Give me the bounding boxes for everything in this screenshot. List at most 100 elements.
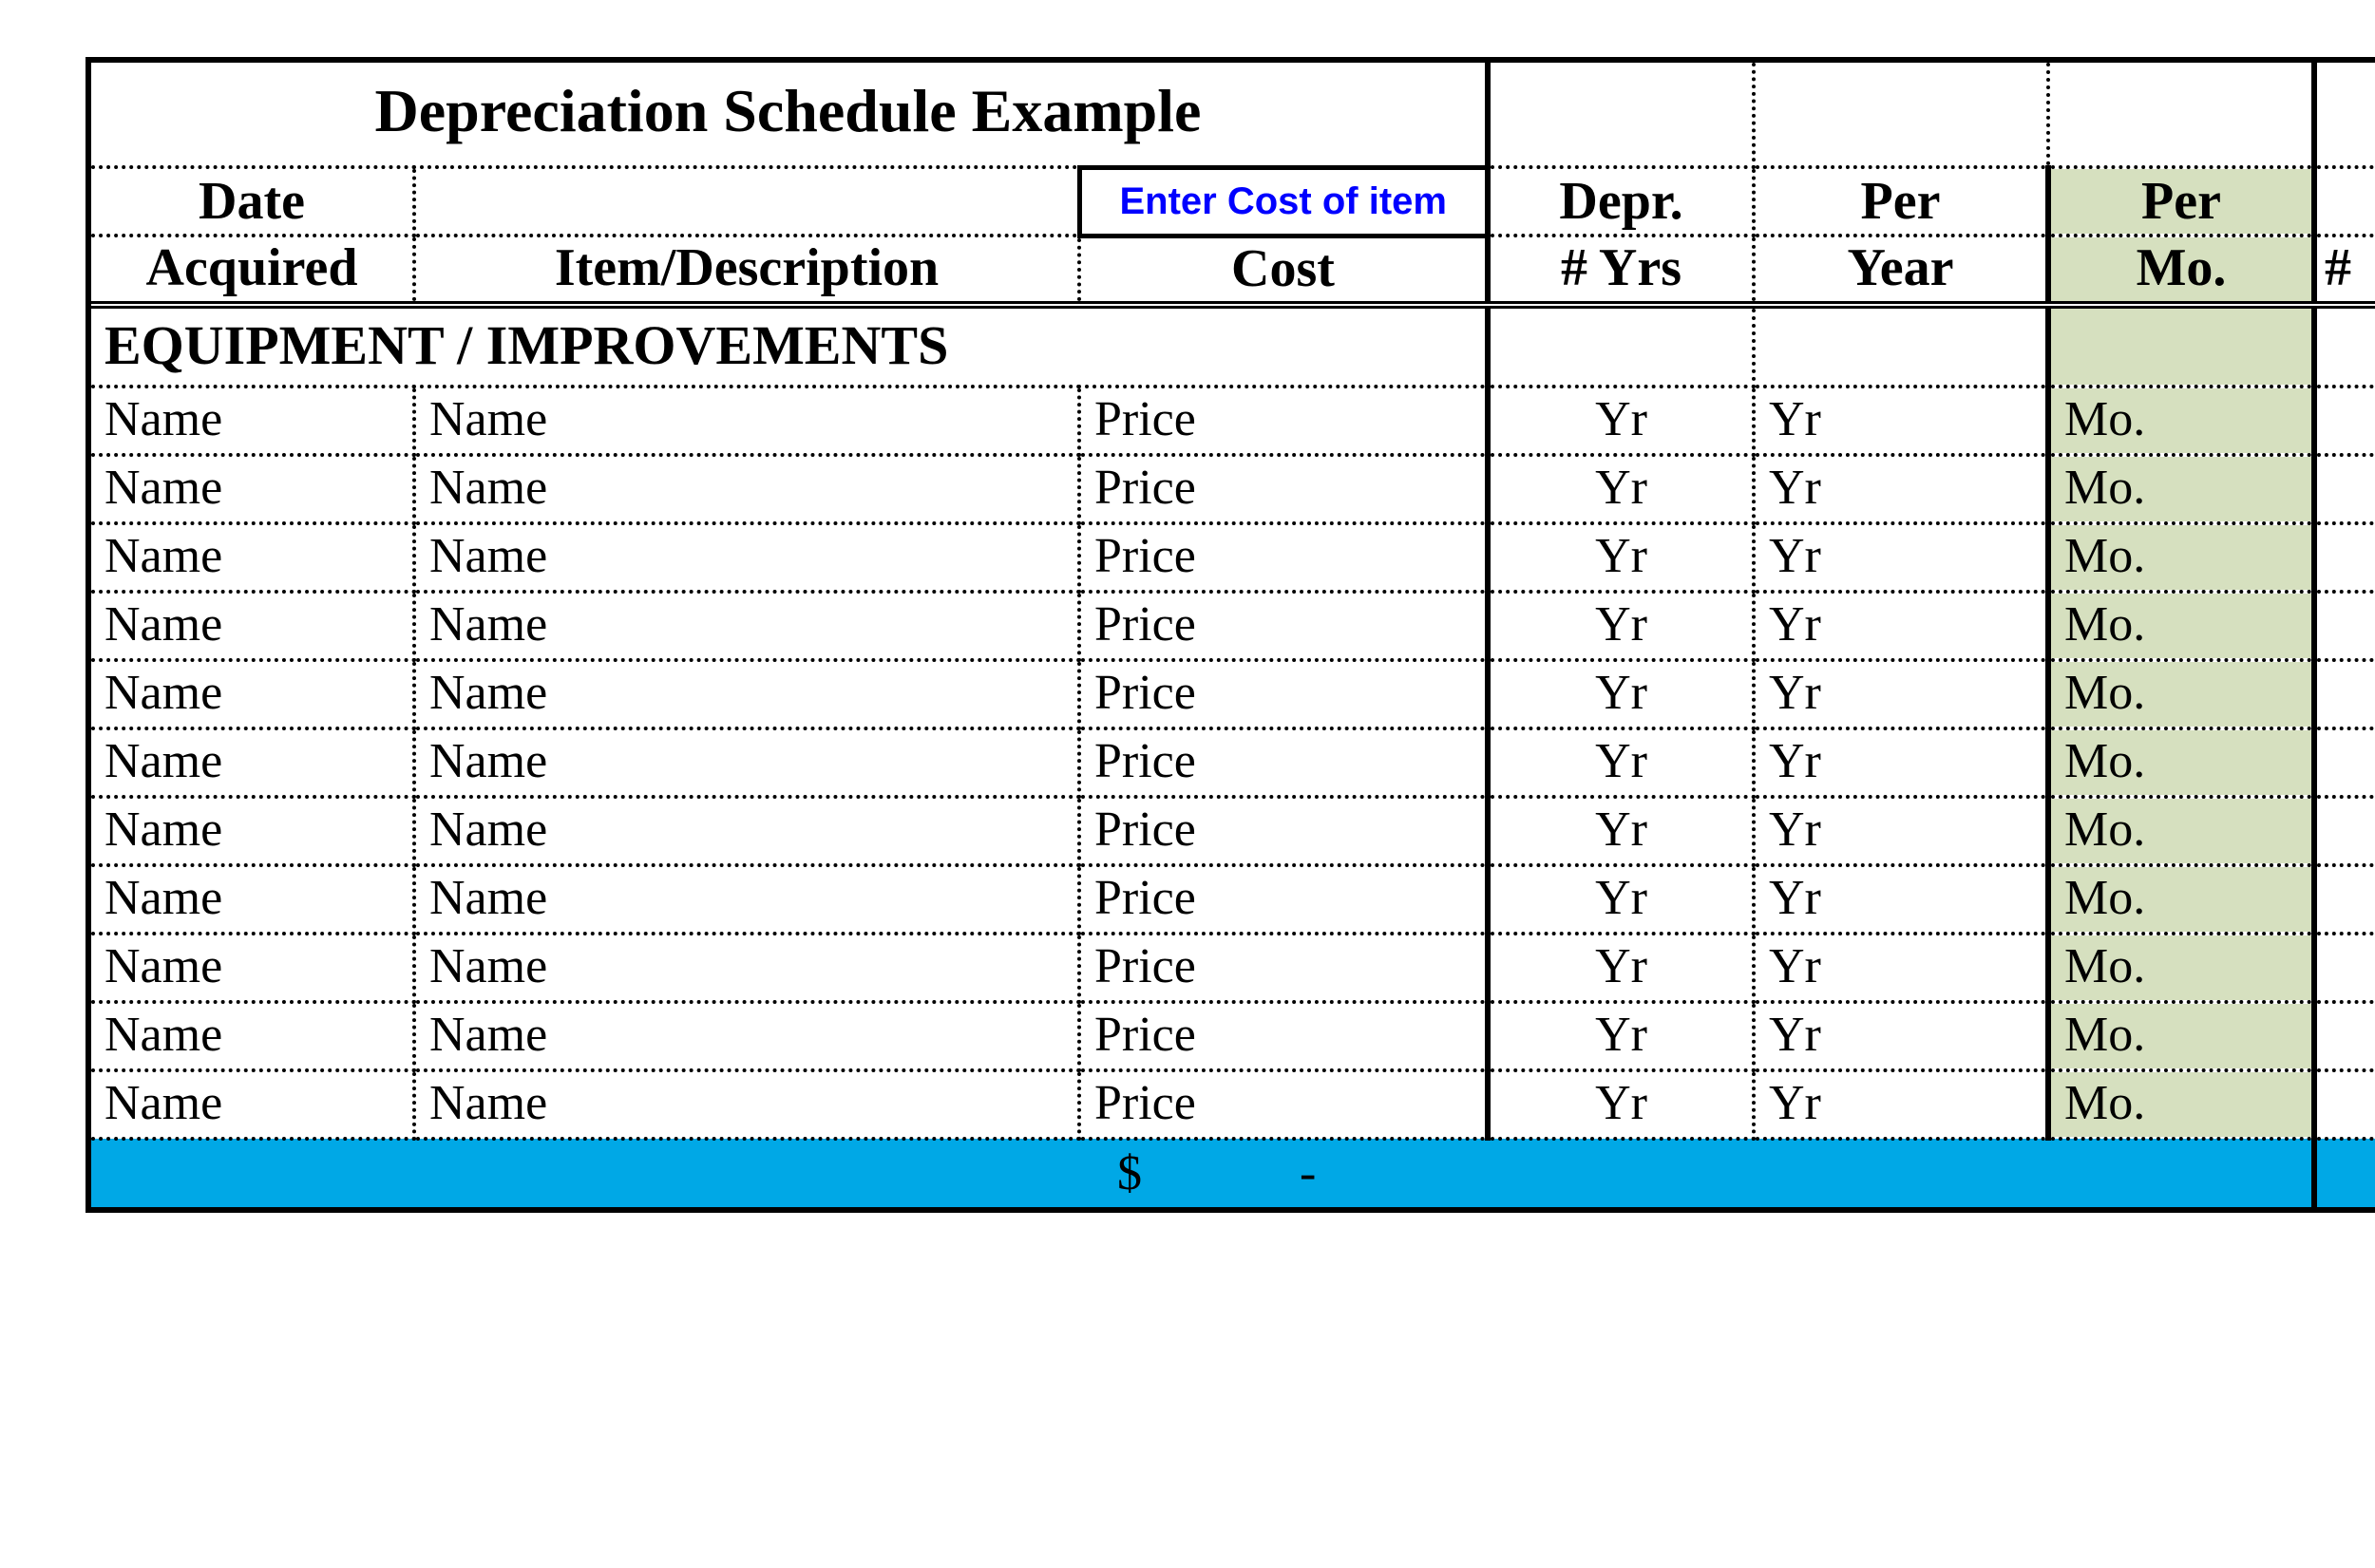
table-row: NameNamePriceYrYrMo.	[91, 1070, 2375, 1139]
cell-per-mo[interactable]: Mo.	[2048, 728, 2314, 797]
cell-depr[interactable]: Yr	[1488, 1070, 1754, 1139]
cell-per-year[interactable]: Yr	[1754, 455, 2048, 523]
cell-desc[interactable]: Name	[414, 1070, 1079, 1139]
cell-depr[interactable]: Yr	[1488, 934, 1754, 1002]
cell-desc[interactable]: Name	[414, 455, 1079, 523]
header-permo-1: Per	[2048, 167, 2314, 236]
cell-cost[interactable]: Price	[1079, 387, 1488, 455]
table-row: NameNamePriceYrYrMo.	[91, 1002, 2375, 1070]
section-header: EQUIPMENT / IMPROVEMENTS	[91, 305, 1488, 387]
cell-per-mo[interactable]: Mo.	[2048, 1002, 2314, 1070]
empty-cell[interactable]	[2314, 63, 2375, 167]
cell-cost[interactable]: Price	[1079, 728, 1488, 797]
header-depr-2: # Yrs	[1488, 236, 1754, 305]
cell-desc[interactable]: Name	[414, 797, 1079, 865]
cell-depr[interactable]: Yr	[1488, 660, 1754, 728]
cell-date[interactable]: Name	[91, 797, 414, 865]
empty-cell[interactable]	[1488, 305, 1754, 387]
header-tail-empty[interactable]	[2314, 167, 2375, 236]
cell-desc[interactable]: Name	[414, 660, 1079, 728]
cell-cost[interactable]: Price	[1079, 934, 1488, 1002]
cell-tail[interactable]	[2314, 523, 2375, 592]
cell-cost[interactable]: Price	[1079, 1070, 1488, 1139]
cell-cost[interactable]: Price	[1079, 797, 1488, 865]
cell-date[interactable]: Name	[91, 1002, 414, 1070]
cell-per-mo[interactable]: Mo.	[2048, 523, 2314, 592]
cell-tail[interactable]	[2314, 865, 2375, 934]
cell-per-mo[interactable]: Mo.	[2048, 934, 2314, 1002]
header-desc: Item/Description	[414, 236, 1079, 305]
cell-per-mo[interactable]: Mo.	[2048, 455, 2314, 523]
header-depr-1: Depr.	[1488, 167, 1754, 236]
cell-per-year[interactable]: Yr	[1754, 523, 2048, 592]
empty-cell[interactable]	[1754, 305, 2048, 387]
cell-depr[interactable]: Yr	[1488, 797, 1754, 865]
cell-date[interactable]: Name	[91, 660, 414, 728]
cell-cost[interactable]: Price	[1079, 1002, 1488, 1070]
empty-cell[interactable]	[2048, 63, 2314, 167]
cell-date[interactable]: Name	[91, 934, 414, 1002]
cell-tail[interactable]	[2314, 660, 2375, 728]
header-tail: #	[2314, 236, 2375, 305]
cell-depr[interactable]: Yr	[1488, 523, 1754, 592]
header-empty[interactable]	[414, 167, 1079, 236]
cell-tail[interactable]	[2314, 1002, 2375, 1070]
cell-depr[interactable]: Yr	[1488, 865, 1754, 934]
cell-per-year[interactable]: Yr	[1754, 934, 2048, 1002]
cell-date[interactable]: Name	[91, 865, 414, 934]
cell-depr[interactable]: Yr	[1488, 592, 1754, 660]
cell-date[interactable]: Name	[91, 728, 414, 797]
cell-per-year[interactable]: Yr	[1754, 728, 2048, 797]
empty-cell[interactable]	[2314, 305, 2375, 387]
cell-desc[interactable]: Name	[414, 387, 1079, 455]
cell-tail[interactable]	[2314, 728, 2375, 797]
cell-date[interactable]: Name	[91, 455, 414, 523]
cell-desc[interactable]: Name	[414, 934, 1079, 1002]
cell-tail[interactable]	[2314, 387, 2375, 455]
cell-tail[interactable]	[2314, 797, 2375, 865]
header-peryear-1: Per	[1754, 167, 2048, 236]
cell-desc[interactable]: Name	[414, 523, 1079, 592]
cost-note: Enter Cost of item	[1079, 167, 1488, 236]
empty-cell[interactable]	[1488, 63, 1754, 167]
cell-date[interactable]: Name	[91, 592, 414, 660]
cell-depr[interactable]: Yr	[1488, 728, 1754, 797]
table-row: NameNamePriceYrYrMo.	[91, 728, 2375, 797]
cell-per-year[interactable]: Yr	[1754, 660, 2048, 728]
cell-cost[interactable]: Price	[1079, 660, 1488, 728]
cell-per-mo[interactable]: Mo.	[2048, 387, 2314, 455]
cell-date[interactable]: Name	[91, 1070, 414, 1139]
empty-cell[interactable]	[1754, 63, 2048, 167]
cell-depr[interactable]: Yr	[1488, 455, 1754, 523]
cell-per-year[interactable]: Yr	[1754, 1002, 2048, 1070]
cell-cost[interactable]: Price	[1079, 523, 1488, 592]
cell-per-mo[interactable]: Mo.	[2048, 592, 2314, 660]
cell-cost[interactable]: Price	[1079, 592, 1488, 660]
cell-depr[interactable]: Yr	[1488, 387, 1754, 455]
cell-per-year[interactable]: Yr	[1754, 797, 2048, 865]
cell-tail[interactable]	[2314, 934, 2375, 1002]
cell-desc[interactable]: Name	[414, 865, 1079, 934]
cell-per-year[interactable]: Yr	[1754, 592, 2048, 660]
cell-per-mo[interactable]: Mo.	[2048, 1070, 2314, 1139]
cell-per-year[interactable]: Yr	[1754, 1070, 2048, 1139]
cell-desc[interactable]: Name	[414, 728, 1079, 797]
cell-date[interactable]: Name	[91, 523, 414, 592]
cell-per-mo[interactable]: Mo.	[2048, 660, 2314, 728]
header-cost: Cost	[1079, 236, 1488, 305]
cell-date[interactable]: Name	[91, 387, 414, 455]
cell-desc[interactable]: Name	[414, 592, 1079, 660]
cell-depr[interactable]: Yr	[1488, 1002, 1754, 1070]
cell-per-year[interactable]: Yr	[1754, 387, 2048, 455]
empty-cell[interactable]	[2048, 305, 2314, 387]
cell-per-mo[interactable]: Mo.	[2048, 797, 2314, 865]
cell-tail[interactable]	[2314, 592, 2375, 660]
cell-per-mo[interactable]: Mo.	[2048, 865, 2314, 934]
cell-per-year[interactable]: Yr	[1754, 865, 2048, 934]
cell-cost[interactable]: Price	[1079, 455, 1488, 523]
cell-tail[interactable]	[2314, 1070, 2375, 1139]
cell-cost[interactable]: Price	[1079, 865, 1488, 934]
cell-tail[interactable]	[2314, 455, 2375, 523]
spreadsheet-table: Depreciation Schedule Example Date Enter…	[86, 57, 2375, 1213]
cell-desc[interactable]: Name	[414, 1002, 1079, 1070]
